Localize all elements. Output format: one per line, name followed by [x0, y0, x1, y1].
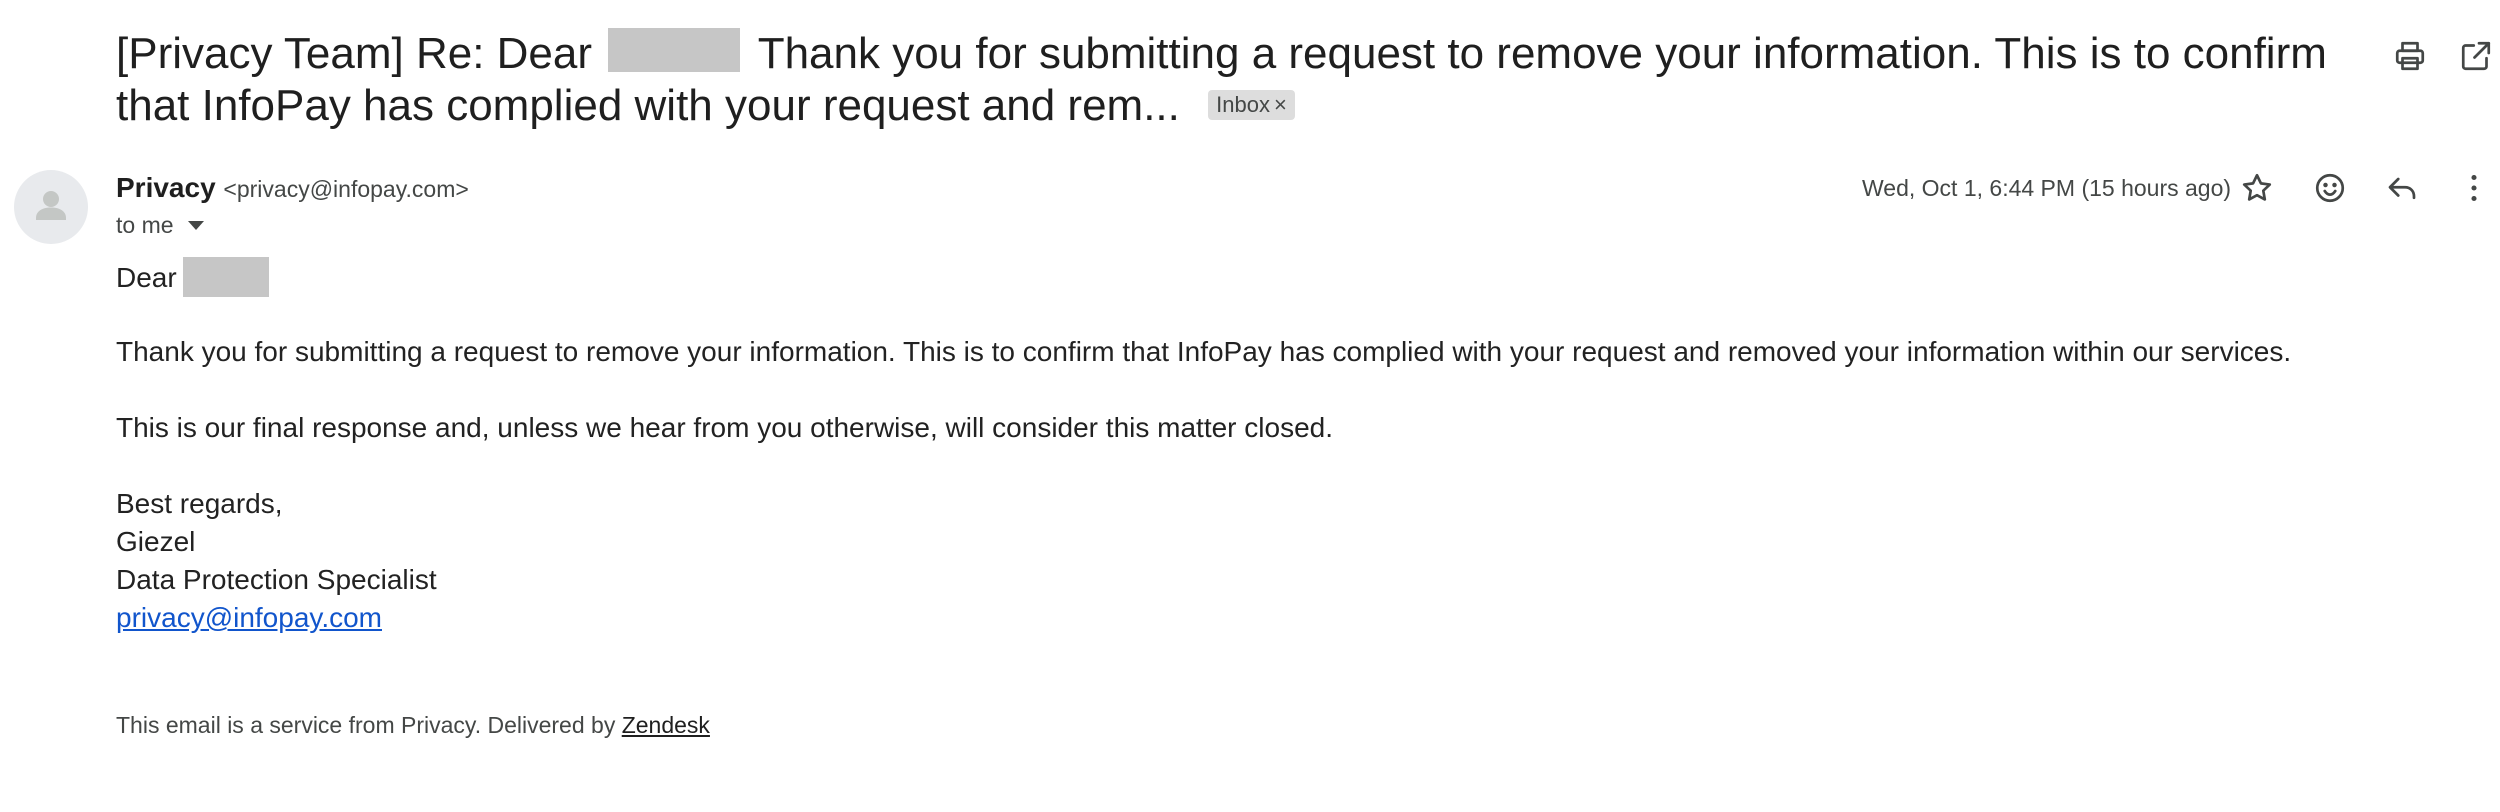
recipient-details-toggle[interactable]: to me [116, 210, 204, 240]
zendesk-link[interactable]: Zendesk [622, 712, 710, 738]
footer-text: This email is a service from Privacy. De… [116, 712, 622, 738]
signature-closing: Best regards, [116, 488, 283, 519]
more-vertical-icon[interactable] [2456, 170, 2492, 206]
redacted-recipient-name [182, 257, 269, 297]
body-paragraph-2: This is our final response and, unless w… [116, 412, 1333, 443]
sender-name[interactable]: Privacy [116, 172, 216, 203]
subject-prefix: [Privacy Team] Re: Dear [116, 29, 593, 78]
sender-line: Privacy <privacy@infopay.com> [116, 170, 469, 207]
recipient-text: to me [116, 212, 174, 238]
signature-email-link[interactable]: privacy@infopay.com [116, 602, 382, 633]
body-paragraph-1: Thank you for submitting a request to re… [116, 336, 2292, 367]
star-icon[interactable] [2239, 170, 2275, 206]
chevron-down-icon[interactable] [187, 221, 204, 230]
greeting-line: Dear [116, 257, 269, 297]
inbox-label-chip[interactable]: Inbox × [1208, 90, 1295, 120]
signature-name: Giezel [116, 526, 196, 557]
redacted-name-block [608, 28, 741, 72]
email-date: Wed, Oct 1, 6:44 PM (15 hours ago) [1862, 175, 2232, 201]
print-icon[interactable] [2392, 38, 2428, 74]
signature-title: Data Protection Specialist [116, 564, 437, 595]
email-footer: This email is a service from Privacy. De… [116, 710, 710, 740]
default-avatar-icon[interactable] [14, 170, 88, 244]
email-subject: [Privacy Team] Re: Dear Thank you for su… [116, 28, 2376, 132]
reply-icon[interactable] [2384, 170, 2420, 206]
open-in-new-window-icon[interactable] [2458, 38, 2494, 74]
greeting-text: Dear [116, 262, 177, 293]
signature-email-row: privacy@infopay.com [116, 599, 382, 637]
sender-email: <privacy@infopay.com> [223, 176, 469, 202]
remove-label-icon[interactable]: × [1274, 92, 1287, 117]
emoji-reaction-icon[interactable] [2312, 170, 2348, 206]
inbox-label-text: Inbox [1216, 92, 1270, 117]
